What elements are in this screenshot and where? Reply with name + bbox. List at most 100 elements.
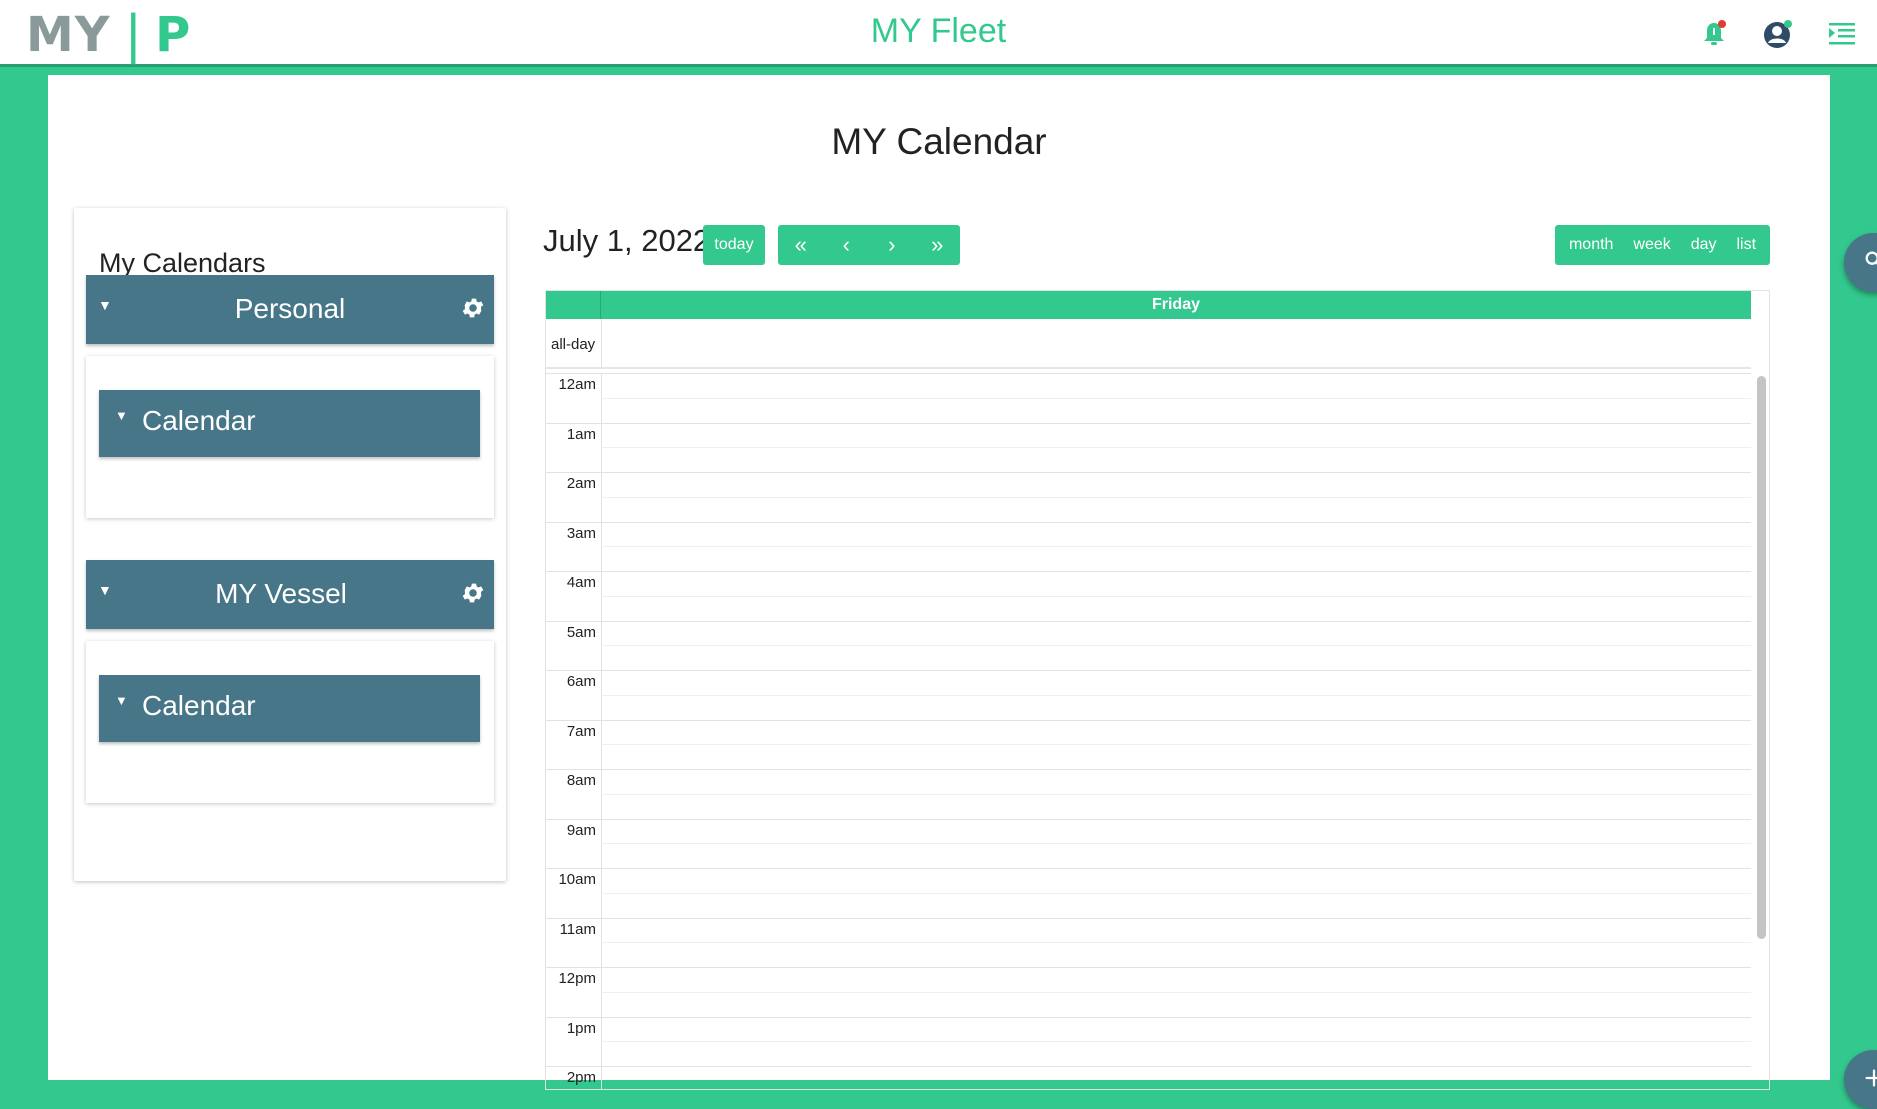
gear-icon[interactable]: [460, 295, 486, 321]
hour-slot[interactable]: 10am: [546, 868, 1751, 918]
hour-slot[interactable]: 2am: [546, 472, 1751, 522]
scrollbar[interactable]: [1757, 376, 1766, 939]
prev-day-button[interactable]: ‹: [824, 225, 868, 265]
hour-line: [546, 670, 1751, 671]
hour-label: 4am: [546, 574, 596, 591]
hour-slot[interactable]: 1pm: [546, 1017, 1751, 1067]
bell-icon[interactable]: [1697, 17, 1731, 51]
half-hour-line: [601, 497, 1751, 498]
view-list-button[interactable]: list: [1736, 225, 1756, 265]
hour-label: 2am: [546, 475, 596, 492]
hour-label: 7am: [546, 723, 596, 740]
page-title: MY Calendar: [48, 121, 1830, 163]
user-account-icon[interactable]: [1761, 17, 1795, 51]
hour-label: 1am: [546, 426, 596, 443]
day-header: Friday: [546, 291, 1751, 319]
view-week-button[interactable]: week: [1633, 225, 1670, 265]
half-hour-line: [601, 1041, 1751, 1042]
hour-slot[interactable]: 4am: [546, 571, 1751, 621]
calendar-group-body: ▼ Calendar: [86, 641, 494, 803]
app-title: MY Fleet: [0, 12, 1877, 51]
hour-line: [546, 472, 1751, 473]
hour-slot[interactable]: 8am: [546, 769, 1751, 819]
gear-icon[interactable]: [460, 580, 486, 606]
half-hour-line: [601, 942, 1751, 943]
calendar-group-my-vessel[interactable]: ▼ MY Vessel: [86, 560, 494, 629]
half-hour-line: [601, 992, 1751, 993]
caret-down-icon[interactable]: ▼: [115, 408, 128, 423]
axis-divider: [601, 319, 602, 369]
search-fab[interactable]: [1844, 233, 1877, 292]
half-hour-line: [601, 645, 1751, 646]
half-hour-line: [601, 695, 1751, 696]
menu-indent-icon[interactable]: [1825, 17, 1859, 51]
hour-line: [546, 621, 1751, 622]
axis-header-gap: [546, 291, 601, 319]
hour-line: [546, 720, 1751, 721]
hour-slot[interactable]: 11am: [546, 918, 1751, 968]
hour-slot[interactable]: 12am: [546, 373, 1751, 423]
hour-label: 2pm: [546, 1069, 596, 1086]
hour-label: 12pm: [546, 970, 596, 987]
half-hour-line: [601, 744, 1751, 745]
hour-slot[interactable]: 12pm: [546, 967, 1751, 1017]
hour-slot[interactable]: 1am: [546, 423, 1751, 473]
hour-line: [546, 769, 1751, 770]
hour-slot[interactable]: 3am: [546, 522, 1751, 572]
calendar-group-body: ▼ Calendar: [86, 356, 494, 518]
today-button[interactable]: today: [703, 225, 765, 265]
view-day-button[interactable]: day: [1691, 225, 1717, 265]
hour-label: 3am: [546, 525, 596, 542]
hour-line: [546, 918, 1751, 919]
day-view-grid: Friday all-day 12am 1am 2am 3am 4am 5am 6am 7am…: [545, 290, 1770, 1090]
half-hour-line: [601, 893, 1751, 894]
view-month-button[interactable]: month: [1569, 225, 1613, 265]
hour-line: [546, 1017, 1751, 1018]
calendar-group-label: Personal: [86, 293, 494, 325]
calendar-group-label: MY Vessel: [86, 578, 476, 610]
calendars-sidebar: My Calendars ▼ Personal ▼ Calendar ▼ MY …: [74, 208, 506, 881]
all-day-row[interactable]: all-day: [546, 319, 1751, 369]
half-hour-line: [601, 596, 1751, 597]
hour-slot[interactable]: 5am: [546, 621, 1751, 671]
date-navigation: « ‹ › »: [778, 225, 960, 265]
next-day-button[interactable]: ›: [870, 225, 914, 265]
time-grid[interactable]: 12am 1am 2am 3am 4am 5am 6am 7am 8am 9am 10am 11am 1…: [546, 373, 1751, 1090]
half-hour-line: [601, 546, 1751, 547]
calendar-item-personal[interactable]: ▼ Calendar: [99, 390, 480, 457]
view-switcher: month week day list: [1555, 225, 1770, 265]
hour-line: [546, 571, 1751, 572]
hour-slot[interactable]: 7am: [546, 720, 1751, 770]
main-content: MY Calendar My Calendars ▼ Personal ▼ Ca…: [48, 75, 1830, 1080]
hour-line: [546, 868, 1751, 869]
hour-line: [546, 967, 1751, 968]
hour-line: [546, 1066, 1751, 1067]
current-date-title: July 1, 2022: [543, 223, 710, 259]
hour-line: [546, 819, 1751, 820]
half-hour-line: [601, 398, 1751, 399]
day-header-label: Friday: [601, 296, 1751, 314]
hour-label: 1pm: [546, 1020, 596, 1037]
hour-slot[interactable]: 9am: [546, 819, 1751, 869]
hour-label: 8am: [546, 772, 596, 789]
top-bar: MY | P MY Fleet: [0, 0, 1877, 67]
hour-slot[interactable]: 2pm: [546, 1066, 1751, 1090]
hour-label: 6am: [546, 673, 596, 690]
search-icon: [1863, 249, 1877, 276]
half-hour-line: [601, 843, 1751, 844]
hour-label: 11am: [546, 921, 596, 938]
prev-year-button[interactable]: «: [779, 225, 823, 265]
hour-line: [546, 373, 1751, 374]
hour-slot[interactable]: 6am: [546, 670, 1751, 720]
hour-line: [546, 423, 1751, 424]
half-hour-line: [601, 447, 1751, 448]
hour-line: [546, 522, 1751, 523]
calendar-item-label: Calendar: [142, 690, 256, 722]
next-year-button[interactable]: »: [915, 225, 959, 265]
hour-label: 5am: [546, 624, 596, 641]
caret-down-icon[interactable]: ▼: [115, 693, 128, 708]
calendar-group-personal[interactable]: ▼ Personal: [86, 275, 494, 344]
calendar-item-my-vessel[interactable]: ▼ Calendar: [99, 675, 480, 742]
hour-label: 9am: [546, 822, 596, 839]
all-day-label: all-day: [551, 336, 595, 353]
